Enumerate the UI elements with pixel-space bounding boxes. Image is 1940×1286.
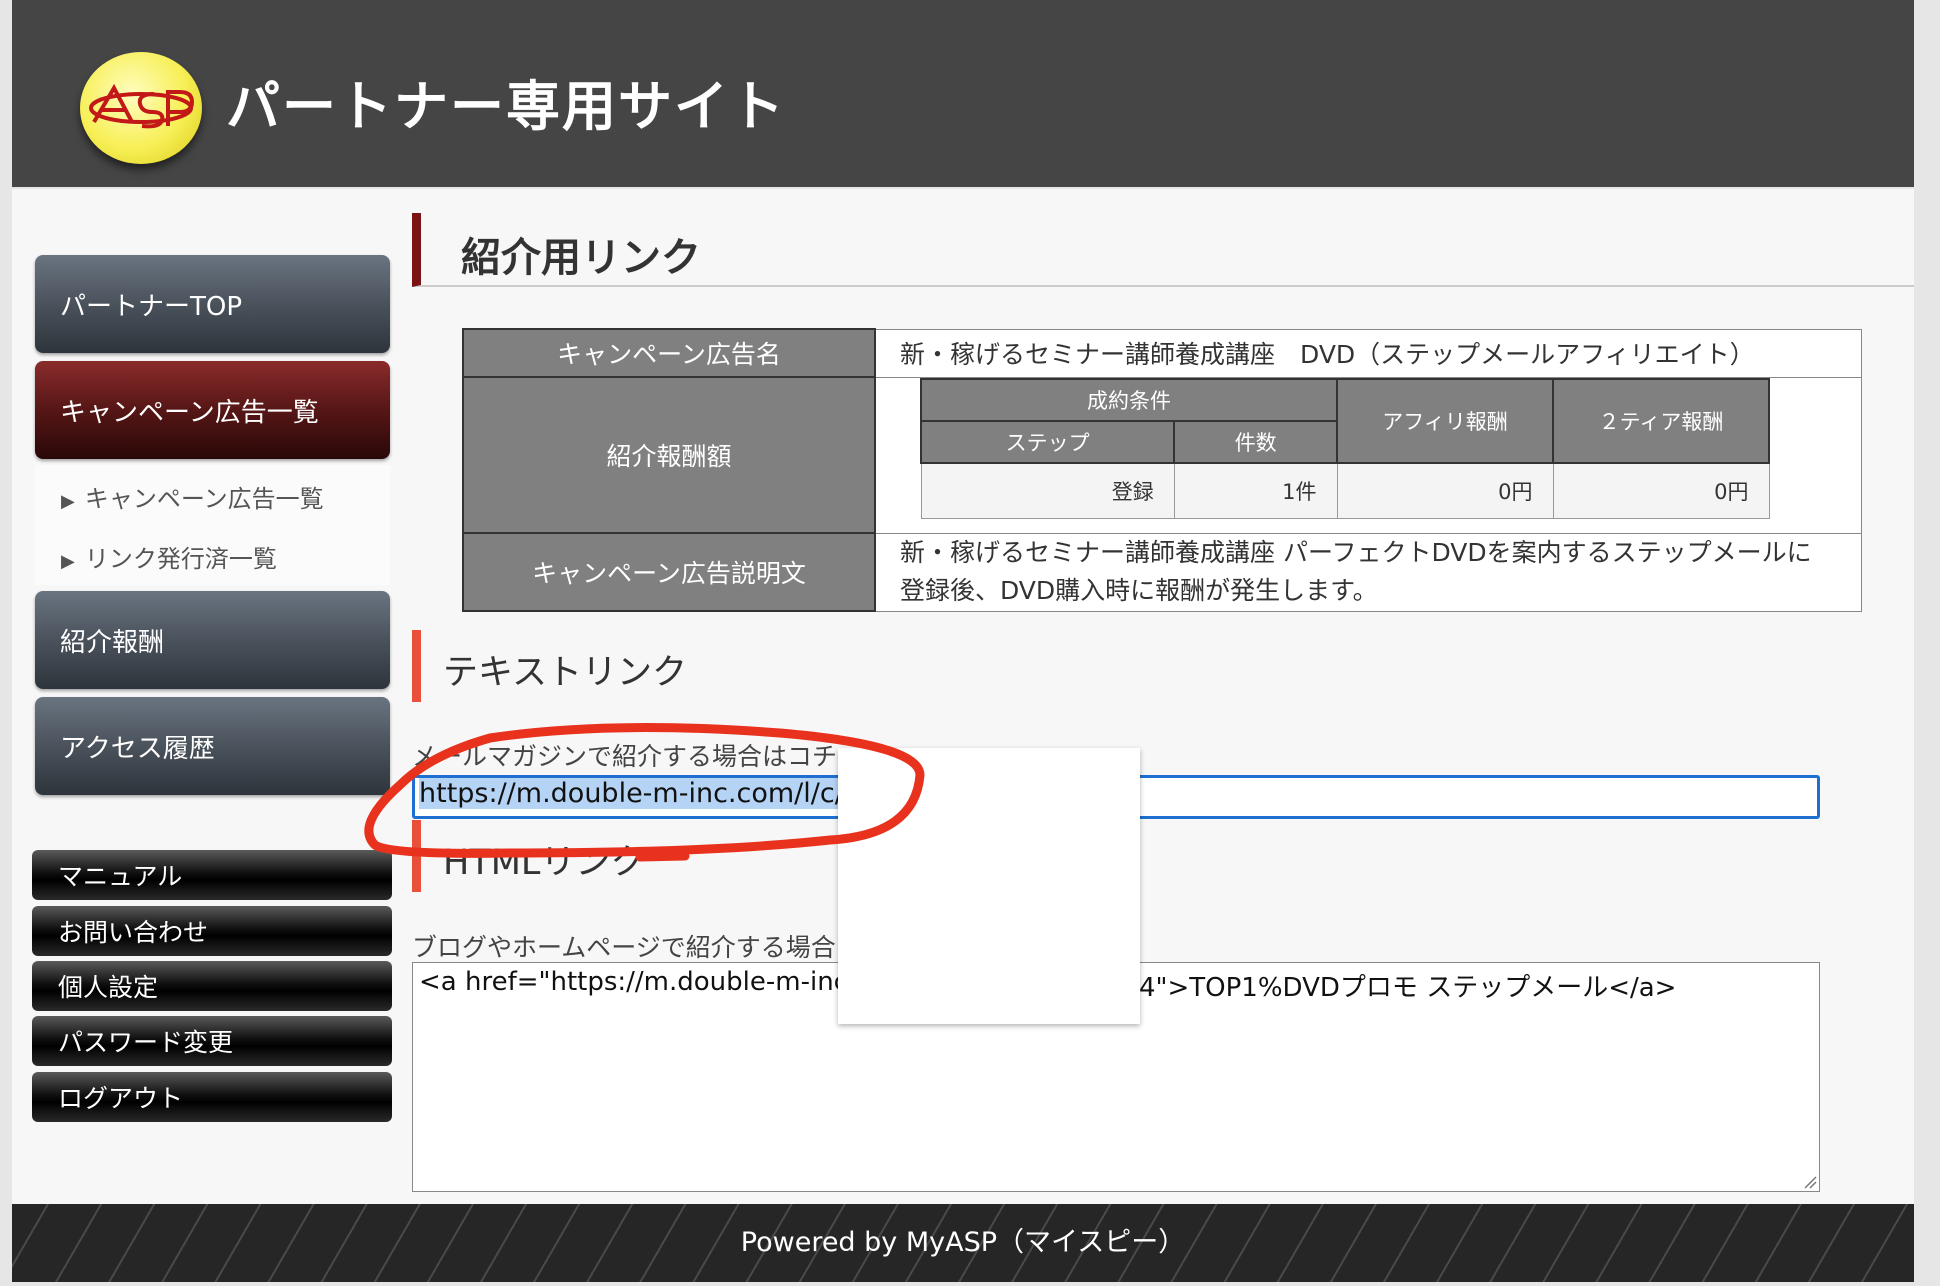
selected-url-text: https://m.double-m-inc.com/l/c/lI [419,778,860,809]
affiliate-reward-value: 0円 [1336,462,1554,519]
site-header: パートナー専用サイト [12,0,1914,187]
reward-table: 成約条件 アフィリ報酬 ２ティア報酬 ステップ 件数 登録 1件 0円 0円 [919,378,1770,519]
asp-logo-icon [89,83,195,129]
button-label: お問い合わせ [58,918,209,947]
html-link-caption: ブログやホームページで紹介する場合 [412,933,836,962]
sidebar-item-rewards[interactable]: 紹介報酬 [35,591,390,689]
affiliate-reward-header: アフィリ報酬 [1336,378,1554,464]
campaign-name-value: 新・稼げるセミナー講師養成講座 DVD（ステップメールアフィリエイト） [874,328,1862,378]
sidebar-item-label: 紹介報酬 [60,627,165,658]
page-heading: 紹介用リンク [412,213,1914,287]
section-title: テキストリンク [443,653,687,693]
submenu-item-label: リンク発行済一覧 [84,545,277,573]
submenu-item-label: キャンペーン広告一覧 [84,485,324,513]
submenu-item-campaign-list[interactable]: ▶ キャンペーン広告一覧 [61,479,324,514]
button-label: 個人設定 [58,973,159,1002]
site-title: パートナー専用サイト [226,75,786,138]
text-link-caption: メールマガジンで紹介する場合はコチ [412,742,838,771]
tier2-reward-header: ２ティア報酬 [1552,378,1770,464]
html-code-end: 4">TOP1%DVDプロモ ステップメール</a> [1139,973,1677,1003]
sidebar-item-label: キャンペーン広告一覧 [60,397,319,428]
personal-settings-button[interactable]: 個人設定 [32,961,392,1011]
resize-grip-icon[interactable] [1801,1173,1817,1189]
sidebar-item-label: アクセス履歴 [60,733,215,764]
context-popup[interactable] [838,748,1140,1024]
manual-button[interactable]: マニュアル [32,850,392,900]
button-label: ログアウト [58,1084,184,1113]
campaign-name-label: キャンペーン広告名 [462,328,876,378]
logout-button[interactable]: ログアウト [32,1072,392,1122]
description-line: 登録後、DVD購入時に報酬が発生します。 [900,576,1378,605]
step-value: 登録 [920,462,1175,519]
sidebar-item-partner-top[interactable]: パートナーTOP [35,255,390,353]
triangle-right-icon: ▶ [61,491,75,512]
page-title: 紹介用リンク [461,235,701,281]
section-title: HTMLリンク [443,843,646,883]
button-label: マニュアル [58,862,183,891]
submenu-item-issued-links[interactable]: ▶ リンク発行済一覧 [61,539,277,574]
change-password-button[interactable]: パスワード変更 [32,1016,392,1066]
site-footer: Powered by MyASP（マイスピー） [12,1204,1914,1282]
condition-header: 成約条件 [920,378,1338,422]
html-code-start: <a href="https://m.double-m-inc.c [419,967,871,997]
count-value: 1件 [1173,462,1338,519]
site-logo[interactable] [80,52,202,164]
step-header: ステップ [919,420,1176,464]
button-label: パスワード変更 [58,1028,234,1057]
sidebar-item-campaign-list[interactable]: キャンペーン広告一覧 [35,361,390,459]
triangle-right-icon: ▶ [61,551,75,572]
reward-label: 紹介報酬額 [462,376,876,534]
description-label: キャンペーン広告説明文 [462,532,876,612]
text-link-heading: テキストリンク [412,630,687,702]
description-value: 新・稼げるセミナー講師養成講座 パーフェクトDVDを案内するステップメールに 登… [874,532,1862,612]
html-link-heading: HTMLリンク [412,820,645,892]
sidebar-item-access-history[interactable]: アクセス履歴 [35,697,390,795]
description-line: 新・稼げるセミナー講師養成講座 パーフェクトDVDを案内するステップメールに [900,538,1812,567]
footer-text: Powered by MyASP（マイスピー） [740,1227,1186,1258]
count-header: 件数 [1173,420,1338,464]
tier2-reward-value: 0円 [1552,462,1770,519]
contact-button[interactable]: お問い合わせ [32,906,392,956]
sidebar-submenu: ▶ キャンペーン広告一覧 ▶ リンク発行済一覧 [35,465,390,585]
sidebar-item-label: パートナーTOP [60,291,243,322]
